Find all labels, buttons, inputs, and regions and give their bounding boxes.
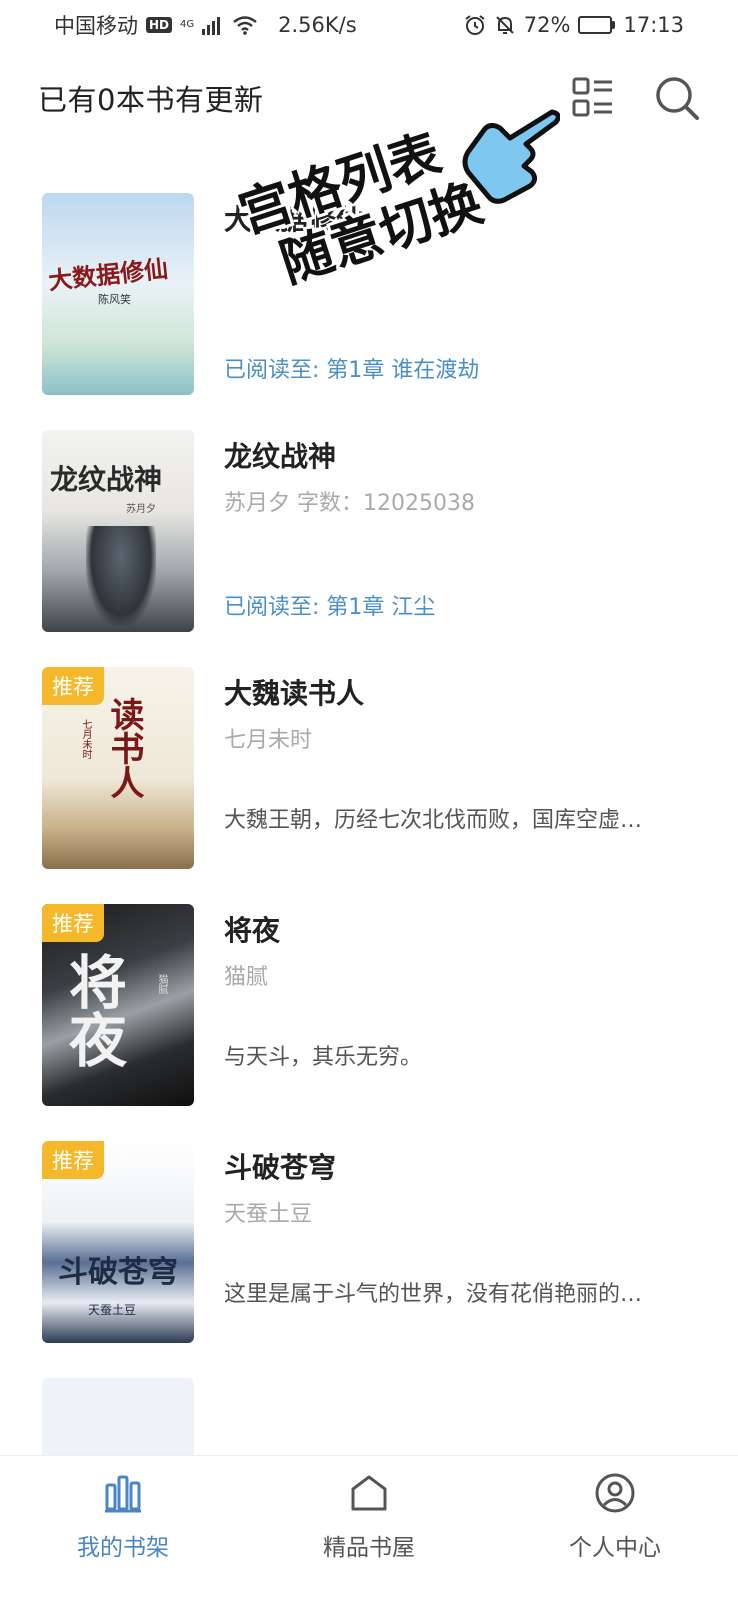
book-title-4: 斗破苍穹 (224, 1151, 337, 1184)
book-cover-1: 龙纹战神 苏月夕 (42, 430, 194, 632)
book-title-1: 龙纹战神 (224, 440, 337, 473)
clock: 17:13 (623, 13, 684, 37)
nav-item-profile[interactable]: 个人中心 (492, 1456, 738, 1600)
shelf-header: 已有0本书有更新 (0, 62, 738, 134)
house-icon (346, 1470, 392, 1516)
cover-author-2: 七月未时 (80, 719, 91, 759)
book-cover-0: 大数据修仙 陈风笑 (42, 193, 194, 395)
book-meta-4: 天蚕土豆 (224, 1202, 313, 1227)
list-layout-icon (572, 77, 612, 117)
book-item-4[interactable]: 斗破苍穹 天蚕土豆 推荐 斗破苍穹 天蚕土豆 这里是属于斗气的世界，没有花俏艳丽… (0, 1138, 738, 1343)
search-icon (656, 77, 699, 120)
recommend-badge-2: 推荐 (42, 667, 104, 705)
cover-title-3: 将夜 (59, 952, 127, 1068)
network-speed: 2.56K/s (278, 13, 357, 37)
book-item-3[interactable]: 将夜 猫腻 推荐 将夜 猫腻 与天斗，其乐无穷。 (0, 901, 738, 1106)
book-desc-3: 与天斗，其乐无穷。 (224, 1045, 423, 1070)
network-badge: 4G (180, 19, 195, 30)
battery-icon (578, 16, 616, 34)
book-cover-3: 将夜 猫腻 推荐 (42, 904, 194, 1106)
signal-icon (202, 15, 224, 35)
cover-title-1: 龙纹战神 (50, 463, 163, 496)
user-circle-icon (592, 1470, 638, 1516)
book-meta-1: 苏月夕 字数：12025038 (224, 491, 475, 516)
book-progress-0: 已阅读至: 第1章 谁在渡劫 (224, 358, 480, 383)
status-bar: 中国移动 HD 4G 2.56K/s 72% 17:13 (0, 0, 738, 50)
wifi-icon (232, 15, 258, 35)
cover-author-1: 苏月夕 (126, 504, 156, 515)
search-button[interactable] (654, 75, 700, 121)
mute-bell-icon (494, 14, 516, 36)
book-cover-4: 斗破苍穹 天蚕土豆 推荐 (42, 1141, 194, 1343)
cover-author-0: 陈风笑 (98, 293, 131, 306)
recommend-badge-4: 推荐 (42, 1141, 104, 1179)
cover-title-2: 读书人 (104, 697, 144, 799)
book-meta-2: 七月未时 (224, 728, 313, 753)
book-item-2[interactable]: 读书人 七月未时 推荐 大魏读书人 七月未时 大魏王朝，历经七次北伐而败，国库空… (0, 664, 738, 869)
book-progress-1: 已阅读至: 第1章 江尘 (224, 595, 436, 620)
book-cover-partial (42, 1378, 194, 1458)
nav-label-profile: 个人中心 (569, 1535, 661, 1561)
pointing-hand-icon (460, 100, 561, 214)
recommend-badge-3: 推荐 (42, 904, 104, 942)
bookshelf-icon (100, 1470, 146, 1516)
alarm-icon (464, 14, 486, 36)
hd-badge: HD (146, 17, 173, 33)
cover-figure-1 (86, 526, 156, 626)
book-desc-4: 这里是属于斗气的世界，没有花俏艳丽的… (224, 1282, 643, 1307)
cover-title-4: 斗破苍穹 (58, 1255, 178, 1290)
book-title-2: 大魏读书人 (224, 677, 365, 710)
cover-author-3: 猫腻 (156, 974, 167, 994)
nav-label-bookshelf: 我的书架 (77, 1535, 169, 1561)
book-item-1[interactable]: 龙纹战神 苏月夕 龙纹战神 苏月夕 字数：12025038 已阅读至: 第1章 … (0, 427, 738, 632)
layout-toggle-button[interactable] (570, 75, 616, 121)
nav-label-bookstore: 精品书屋 (323, 1535, 415, 1561)
book-desc-2: 大魏王朝，历经七次北伐而败，国库空虚… (224, 808, 643, 833)
page-title: 已有0本书有更新 (38, 83, 264, 117)
book-item-0[interactable]: 大数据修仙 陈风笑 大数据修仙 已阅读至: 第1章 谁在渡劫 (0, 190, 738, 395)
nav-item-bookstore[interactable]: 精品书屋 (246, 1456, 492, 1600)
book-title-0: 大数据修仙 (224, 203, 365, 236)
book-title-3: 将夜 (224, 914, 281, 947)
battery-percent: 72% (523, 13, 571, 37)
book-meta-3: 猫腻 (224, 965, 269, 990)
cover-author-4: 天蚕土豆 (88, 1303, 137, 1317)
nav-item-bookshelf[interactable]: 我的书架 (0, 1456, 246, 1600)
bottom-nav: 我的书架 精品书屋 个人中心 (0, 1455, 738, 1600)
cover-title-0: 大数据修仙 (47, 253, 170, 296)
carrier-label: 中国移动 (54, 14, 138, 38)
book-cover-2: 读书人 七月未时 推荐 (42, 667, 194, 869)
